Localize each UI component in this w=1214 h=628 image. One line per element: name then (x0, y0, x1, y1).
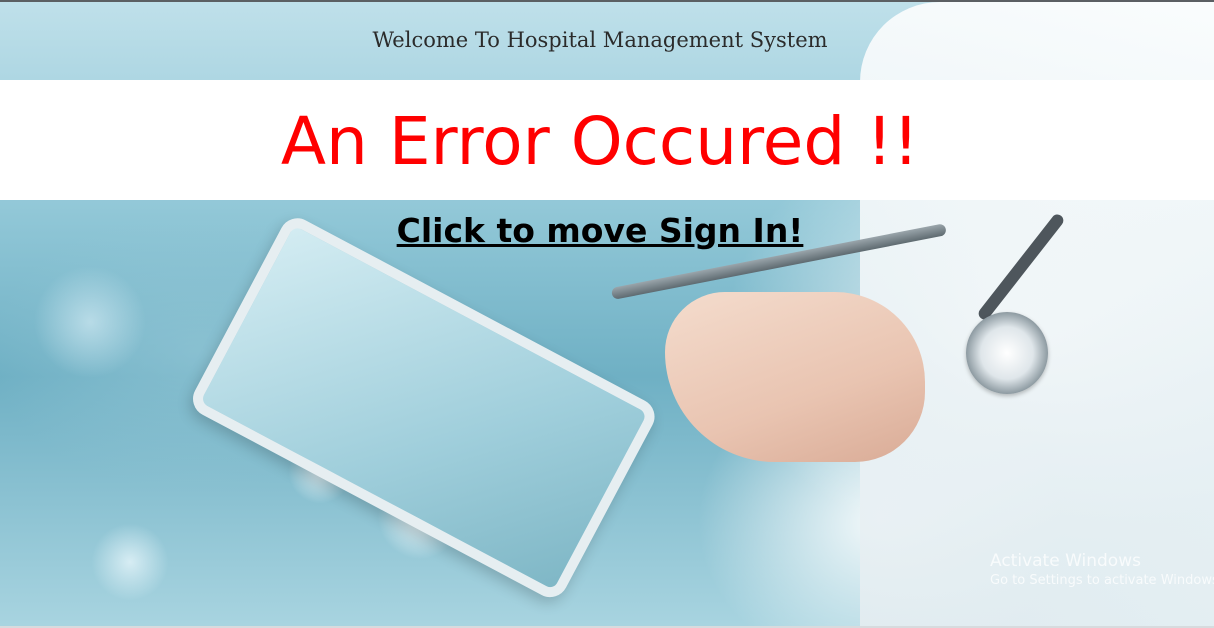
page-header-title: Welcome To Hospital Management System (372, 28, 828, 52)
sign-in-link[interactable]: Click to move Sign In! (0, 208, 1200, 254)
tablet-shape (186, 212, 661, 604)
activate-windows-title: Activate Windows (990, 551, 1141, 571)
top-border (0, 0, 1214, 2)
activate-windows-subtitle: Go to Settings to activate Windows. (990, 573, 1214, 588)
activate-windows-watermark: Activate Windows Go to Settings to activ… (990, 550, 1214, 590)
hand-shape (665, 292, 925, 462)
error-heading: An Error Occured !! (280, 103, 920, 180)
stethoscope-icon (966, 312, 1048, 394)
